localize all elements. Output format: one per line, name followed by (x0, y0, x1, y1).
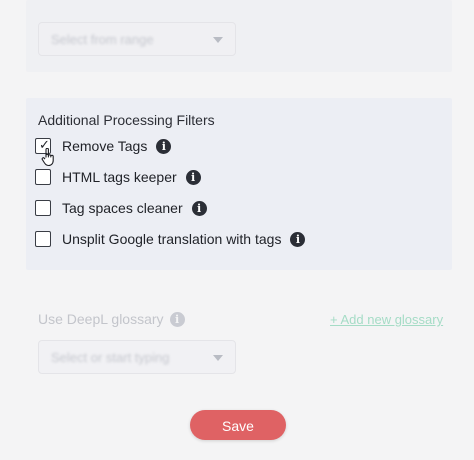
info-icon[interactable]: i (169, 311, 185, 327)
filter-option-label: HTML tags keeper (62, 169, 177, 185)
filter-option-tag-spaces-cleaner[interactable]: Tag spaces cleaner i (35, 198, 207, 218)
info-icon[interactable]: i (185, 169, 201, 185)
glossary-select-placeholder: Select or start typing (51, 350, 170, 365)
add-glossary-link[interactable]: + Add new glossary (330, 312, 443, 327)
filter-option-label: Tag spaces cleaner (62, 200, 183, 216)
info-icon[interactable]: i (191, 200, 207, 216)
glossary-label-text: Use DeepL glossary (38, 311, 164, 327)
glossary-label: Use DeepL glossary i (38, 311, 185, 327)
filter-option-label: Unsplit Google translation with tags (62, 231, 282, 247)
glossary-select[interactable]: Select or start typing (38, 340, 236, 374)
filter-option-html-tags-keeper[interactable]: HTML tags keeper i (35, 167, 201, 187)
top-select[interactable]: Select from range (38, 22, 236, 56)
save-button[interactable]: Save (190, 410, 286, 440)
filter-option-label: Remove Tags (62, 138, 148, 154)
info-icon[interactable]: i (290, 231, 306, 247)
hand-cursor-icon (41, 148, 54, 167)
chevron-down-icon (213, 37, 223, 43)
settings-page: Select from range Additional Processing … (0, 0, 474, 460)
filter-option-unsplit-google[interactable]: Unsplit Google translation with tags i (35, 229, 306, 249)
info-icon[interactable]: i (156, 138, 172, 154)
filters-title: Additional Processing Filters (38, 112, 215, 128)
top-select-placeholder: Select from range (51, 32, 154, 47)
tag-spaces-cleaner-checkbox[interactable] (35, 200, 51, 216)
chevron-down-icon (213, 355, 223, 361)
html-tags-keeper-checkbox[interactable] (35, 169, 51, 185)
unsplit-google-checkbox[interactable] (35, 231, 51, 247)
